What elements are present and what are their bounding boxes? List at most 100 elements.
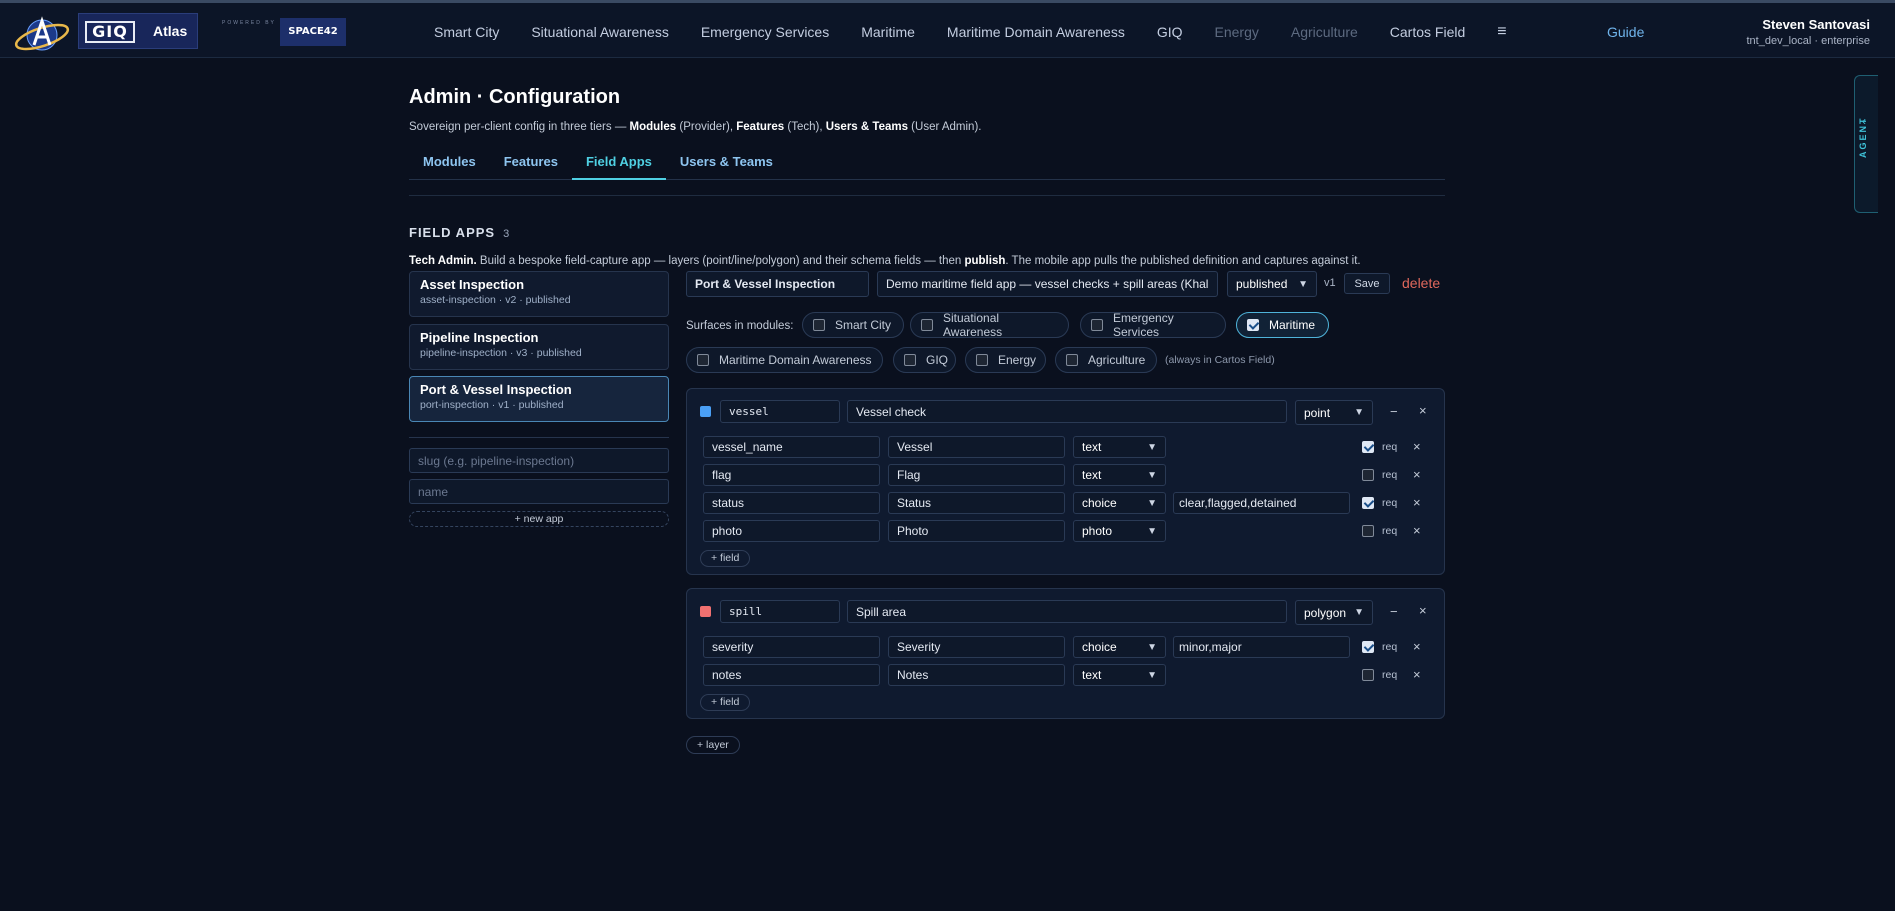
remove-layer-icon[interactable]: × [1419, 603, 1427, 618]
remove-layer-icon[interactable]: × [1419, 403, 1427, 418]
field-key-input[interactable] [703, 464, 880, 486]
user-menu[interactable]: Steven Santovasi tnt_dev_local · enterpr… [1746, 17, 1870, 47]
chevron-down-icon: ▼ [1147, 469, 1157, 481]
delete-app-link[interactable]: delete [1402, 275, 1440, 291]
required-checkbox[interactable] [1362, 497, 1374, 509]
field-type-select[interactable]: choice ▼ [1073, 636, 1166, 658]
required-checkbox[interactable] [1362, 669, 1374, 681]
collapse-layer-icon[interactable]: − [1390, 604, 1398, 619]
tab-features[interactable]: Features [490, 150, 572, 180]
add-layer-button[interactable]: + layer [686, 736, 740, 754]
remove-field-icon[interactable]: × [1413, 439, 1421, 454]
nav-item-situational-awareness[interactable]: Situational Awareness [531, 24, 669, 40]
layer-color-swatch[interactable] [700, 606, 711, 617]
app-card[interactable]: Pipeline Inspection pipeline-inspection ·… [409, 324, 669, 370]
checkbox[interactable] [697, 354, 709, 366]
surface-chip-agriculture[interactable]: Agriculture [1055, 347, 1157, 373]
app-card[interactable]: Port & Vessel Inspection port-inspection … [409, 376, 669, 422]
tab-users-teams[interactable]: Users & Teams [666, 150, 787, 180]
chevron-down-icon: ▼ [1298, 278, 1308, 290]
required-label: req [1382, 441, 1398, 453]
field-label-input[interactable] [888, 492, 1065, 514]
collapse-layer-icon[interactable]: − [1390, 404, 1398, 419]
layer-color-swatch[interactable] [700, 406, 711, 417]
atlas-logo-icon[interactable] [12, 11, 72, 57]
section-description: Tech Admin. Build a bespoke field-captur… [409, 255, 1361, 267]
field-label-input[interactable] [888, 520, 1065, 542]
surface-chip-situational-awareness[interactable]: Situational Awareness [910, 311, 1069, 339]
field-type-select[interactable]: choice ▼ [1073, 492, 1166, 514]
add-field-button[interactable]: + field [700, 550, 751, 567]
checkbox[interactable] [976, 354, 988, 366]
app-meta: asset-inspection · v2 · published [420, 294, 571, 306]
surface-label: Emergency Services [1113, 311, 1174, 339]
checkbox[interactable] [1247, 319, 1259, 331]
geometry-select[interactable]: polygon ▼ [1295, 600, 1373, 625]
nav-item-energy[interactable]: Energy [1215, 24, 1259, 40]
field-key-input[interactable] [703, 520, 880, 542]
app-name-input[interactable] [686, 271, 869, 297]
status-select[interactable]: published ▼ [1227, 271, 1317, 297]
remove-field-icon[interactable]: × [1413, 523, 1421, 538]
app-description-input[interactable] [877, 271, 1218, 297]
app-card[interactable]: Asset Inspection asset-inspection · v2 · … [409, 271, 669, 317]
surface-chip-maritime[interactable]: Maritime [1236, 312, 1329, 338]
field-options-input[interactable] [1173, 492, 1350, 514]
layer-key-input[interactable] [720, 600, 840, 623]
agent-panel-toggle[interactable]: ‹ AGENT [1854, 75, 1878, 213]
surface-chip-energy[interactable]: Energy [965, 347, 1046, 373]
checkbox[interactable] [1091, 319, 1103, 331]
tab-modules[interactable]: Modules [409, 150, 490, 180]
field-label-input[interactable] [888, 664, 1065, 686]
brand-box[interactable]: GIQ Atlas [78, 13, 198, 49]
menu-icon[interactable]: ≡ [1497, 23, 1506, 41]
required-checkbox[interactable] [1362, 469, 1374, 481]
checkbox[interactable] [813, 319, 825, 331]
surface-chip-emergency-services[interactable]: Emergency Services [1080, 311, 1226, 339]
nav-item-smart-city[interactable]: Smart City [434, 24, 499, 40]
geometry-select[interactable]: point ▼ [1295, 400, 1373, 425]
nav-item-cartos-field[interactable]: Cartos Field [1390, 24, 1465, 40]
remove-field-icon[interactable]: × [1413, 639, 1421, 654]
layer-key-input[interactable] [720, 400, 840, 423]
field-type-select[interactable]: text ▼ [1073, 464, 1166, 486]
surface-chip-maritime-domain-awareness[interactable]: Maritime Domain Awareness [686, 347, 883, 373]
nav-item-maritime[interactable]: Maritime [861, 24, 915, 40]
remove-field-icon[interactable]: × [1413, 667, 1421, 682]
required-checkbox[interactable] [1362, 641, 1374, 653]
tab-field-apps[interactable]: Field Apps [571, 150, 666, 180]
new-app-button[interactable]: + new app [409, 511, 669, 527]
checkbox[interactable] [1066, 354, 1078, 366]
checkbox[interactable] [921, 319, 933, 331]
field-key-input[interactable] [703, 492, 880, 514]
name-input[interactable] [409, 479, 669, 504]
nav-item-giq[interactable]: GIQ [1157, 24, 1183, 40]
save-button[interactable]: Save [1344, 273, 1390, 294]
field-key-input[interactable] [703, 636, 880, 658]
field-label-input[interactable] [888, 436, 1065, 458]
nav-item-emergency-services[interactable]: Emergency Services [701, 24, 829, 40]
field-key-input[interactable] [703, 436, 880, 458]
field-label-input[interactable] [888, 464, 1065, 486]
required-checkbox[interactable] [1362, 441, 1374, 453]
field-options-input[interactable] [1173, 636, 1350, 658]
nav-item-agriculture[interactable]: Agriculture [1291, 24, 1358, 40]
nav-item-maritime-domain-awareness[interactable]: Maritime Domain Awareness [947, 24, 1125, 40]
surface-chip-giq[interactable]: GIQ [893, 347, 956, 373]
remove-field-icon[interactable]: × [1413, 495, 1421, 510]
required-checkbox[interactable] [1362, 525, 1374, 537]
add-field-button[interactable]: + field [700, 694, 751, 711]
field-type-select[interactable]: text ▼ [1073, 436, 1166, 458]
layer-title-input[interactable] [847, 600, 1287, 623]
field-type-select[interactable]: text ▼ [1073, 664, 1166, 686]
slug-input[interactable] [409, 448, 669, 473]
layer-title-input[interactable] [847, 400, 1287, 423]
field-type-select[interactable]: photo ▼ [1073, 520, 1166, 542]
checkbox[interactable] [904, 354, 916, 366]
surface-chip-smart-city[interactable]: Smart City [802, 312, 904, 338]
guide-link[interactable]: Guide [1607, 24, 1644, 40]
field-label-input[interactable] [888, 636, 1065, 658]
section-count: 3 [503, 228, 510, 240]
field-key-input[interactable] [703, 664, 880, 686]
remove-field-icon[interactable]: × [1413, 467, 1421, 482]
